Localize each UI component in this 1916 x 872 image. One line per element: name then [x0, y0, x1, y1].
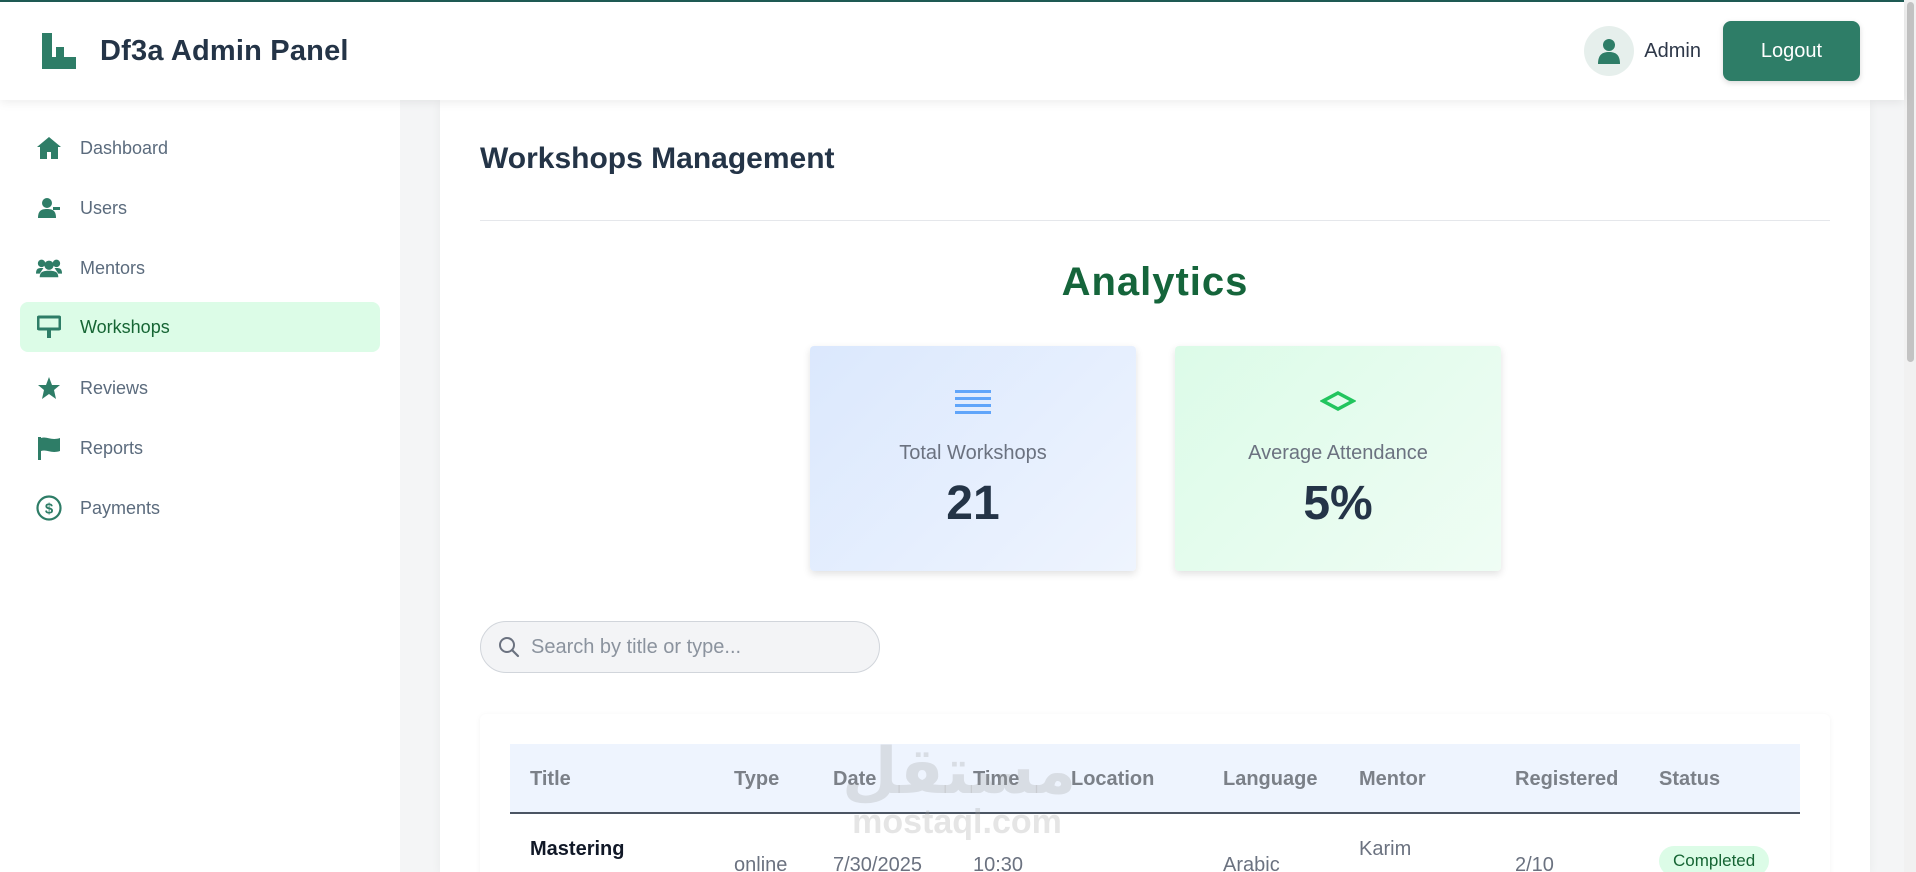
sidebar-item-label: Mentors: [80, 257, 146, 278]
table-row[interactable]: Mastering online 7/30/2025 10:30 Arabic …: [510, 816, 1800, 872]
column-header-registered[interactable]: Registered: [1515, 768, 1618, 791]
stat-card-total-workshops: Total Workshops 21: [810, 346, 1136, 571]
workshops-table: Title Type Date Time Location Language M…: [480, 714, 1830, 872]
status-badge: Completed: [1659, 846, 1770, 872]
sidebar: Dashboard Users Mentors Workshops Review…: [0, 100, 400, 872]
list-icon: [810, 388, 1136, 420]
cell-mentor: Karim: [1359, 838, 1412, 860]
dollar-icon: $: [36, 495, 62, 521]
stat-label: Average Attendance: [1248, 442, 1428, 464]
cell-language: Arabic: [1223, 854, 1280, 872]
column-header-mentor[interactable]: Mentor: [1359, 768, 1426, 791]
logout-button[interactable]: Logout: [1723, 21, 1860, 81]
sidebar-item-users[interactable]: Users: [20, 183, 380, 233]
user-icon: [1598, 39, 1621, 64]
sidebar-item-label: Reports: [80, 437, 144, 458]
stat-card-average-attendance: Average Attendance 5%: [1175, 346, 1501, 571]
page-title: Workshops Management: [480, 142, 835, 175]
sidebar-item-workshops[interactable]: Workshops: [20, 302, 380, 352]
sidebar-item-label: Payments: [80, 497, 161, 518]
diamond-icon: [1175, 388, 1501, 420]
stat-value: 21: [946, 477, 1000, 530]
workshop-board-icon: [36, 314, 62, 340]
brand[interactable]: Df3a Admin Panel: [42, 33, 349, 69]
search-icon: [499, 637, 520, 658]
home-icon: [36, 135, 62, 161]
search-box[interactable]: [480, 621, 880, 673]
column-header-time[interactable]: Time: [973, 768, 1019, 791]
cell-title: Mastering: [530, 838, 625, 860]
stat-value: 5%: [1303, 477, 1373, 530]
admin-name: Admin: [1644, 39, 1701, 62]
table-header: Title Type Date Time Location Language M…: [510, 744, 1800, 814]
flag-icon: [36, 435, 62, 461]
cell-registered: 2/10: [1515, 854, 1554, 872]
sidebar-item-payments[interactable]: $ Payments: [20, 483, 380, 533]
stat-label: Total Workshops: [899, 442, 1047, 464]
column-header-title[interactable]: Title: [530, 768, 571, 791]
sidebar-item-reviews[interactable]: Reviews: [20, 363, 380, 413]
logo-icon: [42, 33, 76, 69]
cell-type: online: [734, 854, 788, 872]
divider: [480, 220, 1830, 221]
sidebar-item-label: Workshops: [80, 316, 170, 337]
column-header-language[interactable]: Language: [1223, 768, 1317, 791]
sidebar-item-mentors[interactable]: Mentors: [20, 243, 380, 293]
sidebar-item-label: Dashboard: [80, 137, 169, 158]
users-icon: [36, 195, 62, 221]
search-input[interactable]: [531, 635, 861, 659]
main-content: Workshops Management Analytics Total Wor…: [440, 100, 1870, 872]
column-header-location[interactable]: Location: [1071, 768, 1154, 791]
column-header-status[interactable]: Status: [1659, 768, 1720, 791]
sidebar-item-dashboard[interactable]: Dashboard: [20, 123, 380, 173]
sidebar-item-label: Users: [80, 197, 128, 218]
column-header-date[interactable]: Date: [833, 768, 876, 791]
app-title: Df3a Admin Panel: [100, 34, 349, 67]
sidebar-item-reports[interactable]: Reports: [20, 423, 380, 473]
svg-text:$: $: [45, 501, 54, 518]
mentors-icon: [36, 255, 62, 281]
cell-time: 10:30: [973, 854, 1024, 872]
star-icon: [36, 375, 62, 401]
column-header-type[interactable]: Type: [734, 768, 779, 791]
analytics-title: Analytics: [1061, 260, 1249, 304]
avatar[interactable]: [1584, 26, 1635, 76]
top-header: Df3a Admin Panel Admin Logout: [0, 2, 1904, 100]
sidebar-item-label: Reviews: [80, 377, 149, 398]
scrollbar-thumb[interactable]: [1907, 2, 1914, 362]
cell-date: 7/30/2025: [833, 854, 922, 872]
